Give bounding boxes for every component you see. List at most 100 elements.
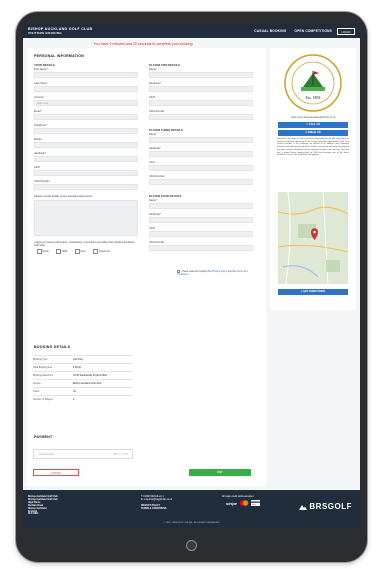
country-label: Country* <box>34 96 45 99</box>
requirements-label: Please provide details of any special re… <box>34 195 92 198</box>
player-three-club-label: Club* <box>149 161 156 164</box>
last-name-label: Last Name* <box>34 82 48 85</box>
country-select[interactable]: Select one <box>34 100 138 106</box>
brs-golf-text: BRSGOLF <box>309 502 352 511</box>
table-row: Total Booking Fee £ 60.00 <box>33 363 133 371</box>
email-field[interactable] <box>34 114 138 120</box>
table-row: Course Bishop Auckland Golf Club <box>33 379 133 387</box>
mobile-field[interactable] <box>34 142 138 148</box>
cdh-label: CDH Number <box>34 180 50 183</box>
call-us-label: CALL US <box>308 123 321 126</box>
consent-post-checkbox[interactable]: Post <box>75 249 86 254</box>
email-us-button[interactable]: ✉ EMAIL US <box>278 130 348 136</box>
club-address: Bishop Auckland Golf Club Bishop Aucklan… <box>28 496 58 516</box>
player-two-name-label: Name* <box>149 68 157 71</box>
last-name-input[interactable] <box>34 86 138 92</box>
footer-email[interactable]: E: enquiries@bagolfclub.co.uk <box>141 499 172 502</box>
player-four-cdh-label: CDH Number <box>149 241 165 244</box>
location-map[interactable] <box>278 192 348 284</box>
booking-form-card: PERSONAL INFORMATION YOUR DETAILS First … <box>27 48 266 486</box>
player-three-handicap-input[interactable] <box>149 151 253 157</box>
site-header: BISHOP AUCKLAND GOLF CLUB VISITORS BOOKI… <box>23 24 360 38</box>
footer-contact: T: 01388 661618 ext 1 E: enquiries@bagol… <box>141 496 172 502</box>
personal-info-heading: PERSONAL INFORMATION <box>34 54 84 58</box>
cdh-field[interactable] <box>34 184 138 190</box>
tablet-frame: BISHOP AUCKLAND GOLF CLUB VISITORS BOOKI… <box>16 12 367 562</box>
table-row: Number of Players 4 <box>33 395 133 403</box>
consent-options: Email SMS Post Telephone <box>37 249 111 254</box>
booking-details-heading: BOOKING DETAILS <box>34 345 71 349</box>
brs-mountain-icon <box>299 504 308 510</box>
first-name-input[interactable] <box>34 72 138 78</box>
get-directions-label: GET DIRECTIONS <box>303 290 326 293</box>
main-nav: CASUAL BOOKING OPEN COMPETITIONS <box>254 29 332 33</box>
tablet-home-button[interactable] <box>186 540 197 551</box>
pay-button[interactable]: PAY <box>189 469 251 476</box>
telephone-field[interactable] <box>34 128 138 134</box>
stripe-logo: stripe <box>226 500 237 506</box>
handicap-label: Handicap* <box>34 152 46 155</box>
payment-logos: stripe <box>226 500 260 506</box>
site-footer: Bishop Auckland Golf Club Bishop Aucklan… <box>23 490 360 529</box>
telephone-label: Telephone* <box>34 124 47 127</box>
player-two-club-input[interactable] <box>149 100 253 106</box>
email-label: Email* <box>34 110 42 113</box>
club-brand[interactable]: BISHOP AUCKLAND GOLF CLUB VISITORS BOOKI… <box>28 27 92 35</box>
terms-and: and the <box>227 270 236 273</box>
club-label: Club* <box>34 166 41 169</box>
footer-links: PRIVACY POLICY TERMS & CONDITIONS <box>141 505 166 511</box>
login-button[interactable]: LOGIN <box>337 27 355 35</box>
player-four-cdh-input[interactable] <box>149 245 253 251</box>
card-number-input[interactable]: Card number MM / YY CVC <box>33 449 133 459</box>
player-three-cdh-input[interactable] <box>149 179 253 185</box>
brand-subtitle: VISITORS BOOKING <box>28 31 62 35</box>
club-sidebar: Est. 1894 https://www.bishopaucklandgolf… <box>270 48 356 310</box>
payments-accepted-text: All major credit cards accepted <box>222 496 254 498</box>
player-four-handicap-input[interactable] <box>149 217 253 223</box>
nav-open-competitions[interactable]: OPEN COMPETITIONS <box>294 29 332 33</box>
privacy-policy-link[interactable]: Privacy Policy <box>212 270 227 273</box>
your-details-heading: YOUR DETAILS <box>34 63 55 67</box>
player-two-cdh-label: CDH Number <box>149 110 165 113</box>
mastercard-icon <box>239 500 249 506</box>
player-two-cdh-input[interactable] <box>149 114 253 120</box>
handicap-field[interactable] <box>34 156 138 162</box>
player-three-cdh-label: CDH Number <box>149 175 165 178</box>
nav-casual-booking[interactable]: CASUAL BOOKING <box>254 29 286 33</box>
player-two-club-label: Club* <box>149 96 156 99</box>
footer-terms-link[interactable]: TERMS & CONDITIONS <box>141 508 166 511</box>
player-four-club-input[interactable] <box>149 231 253 237</box>
player-two-name-input[interactable] <box>149 72 253 78</box>
club-website-url[interactable]: https://www.bishopaucklandgolfclub.co.uk <box>270 116 356 119</box>
consent-telephone-checkbox[interactable]: Telephone <box>93 249 110 254</box>
logo-est-text: Est. 1894 <box>305 95 320 100</box>
requirements-textarea[interactable] <box>34 200 138 236</box>
table-row: Holes 18 <box>33 387 133 395</box>
copyright-text: © 2022 · BRS GOLF ONLINE · ALL RIGHTS RE… <box>163 522 220 524</box>
club-field[interactable] <box>34 170 138 176</box>
player-four-name-input[interactable] <box>149 203 253 209</box>
first-name-label: First Name* <box>34 68 48 71</box>
player-two-handicap-label: Handicap* <box>149 82 161 85</box>
player-three-name-input[interactable] <box>149 137 253 143</box>
player-four-heading: PLAYER FOUR DETAILS <box>149 194 182 198</box>
player-three-club-input[interactable] <box>149 165 253 171</box>
card-placeholder: Card number <box>39 453 55 456</box>
player-two-handicap-input[interactable] <box>149 86 253 92</box>
consent-email-checkbox[interactable]: Email <box>37 249 49 254</box>
club-crest-logo: Est. 1894 <box>284 54 342 112</box>
player-two-heading: PLAYER TWO DETAILS <box>149 63 180 67</box>
call-us-button[interactable]: ✆ CALL US <box>278 122 348 128</box>
consent-sms-checkbox[interactable]: SMS <box>56 249 67 254</box>
player-three-name-label: Name* <box>149 133 157 136</box>
expiry-cvc-placeholder: MM / YY CVC <box>113 453 128 456</box>
browser-screen: BISHOP AUCKLAND GOLF CLUB VISITORS BOOKI… <box>23 24 360 529</box>
table-row: Booking Date/Time 15:00 Wednesday 20 Apri… <box>33 371 133 379</box>
player-three-heading: PLAYER THREE DETAILS <box>149 128 183 132</box>
cancel-button[interactable]: CANCEL <box>33 469 79 476</box>
get-directions-button[interactable]: ⌖ GET DIRECTIONS <box>278 289 348 295</box>
payment-heading: PAYMENT <box>34 435 53 439</box>
booking-details-table: Booking Type Golf Only Total Booking Fee £… <box>33 355 133 403</box>
mobile-label: Mobile <box>34 138 42 141</box>
player-three-handicap-label: Handicap* <box>149 147 161 150</box>
